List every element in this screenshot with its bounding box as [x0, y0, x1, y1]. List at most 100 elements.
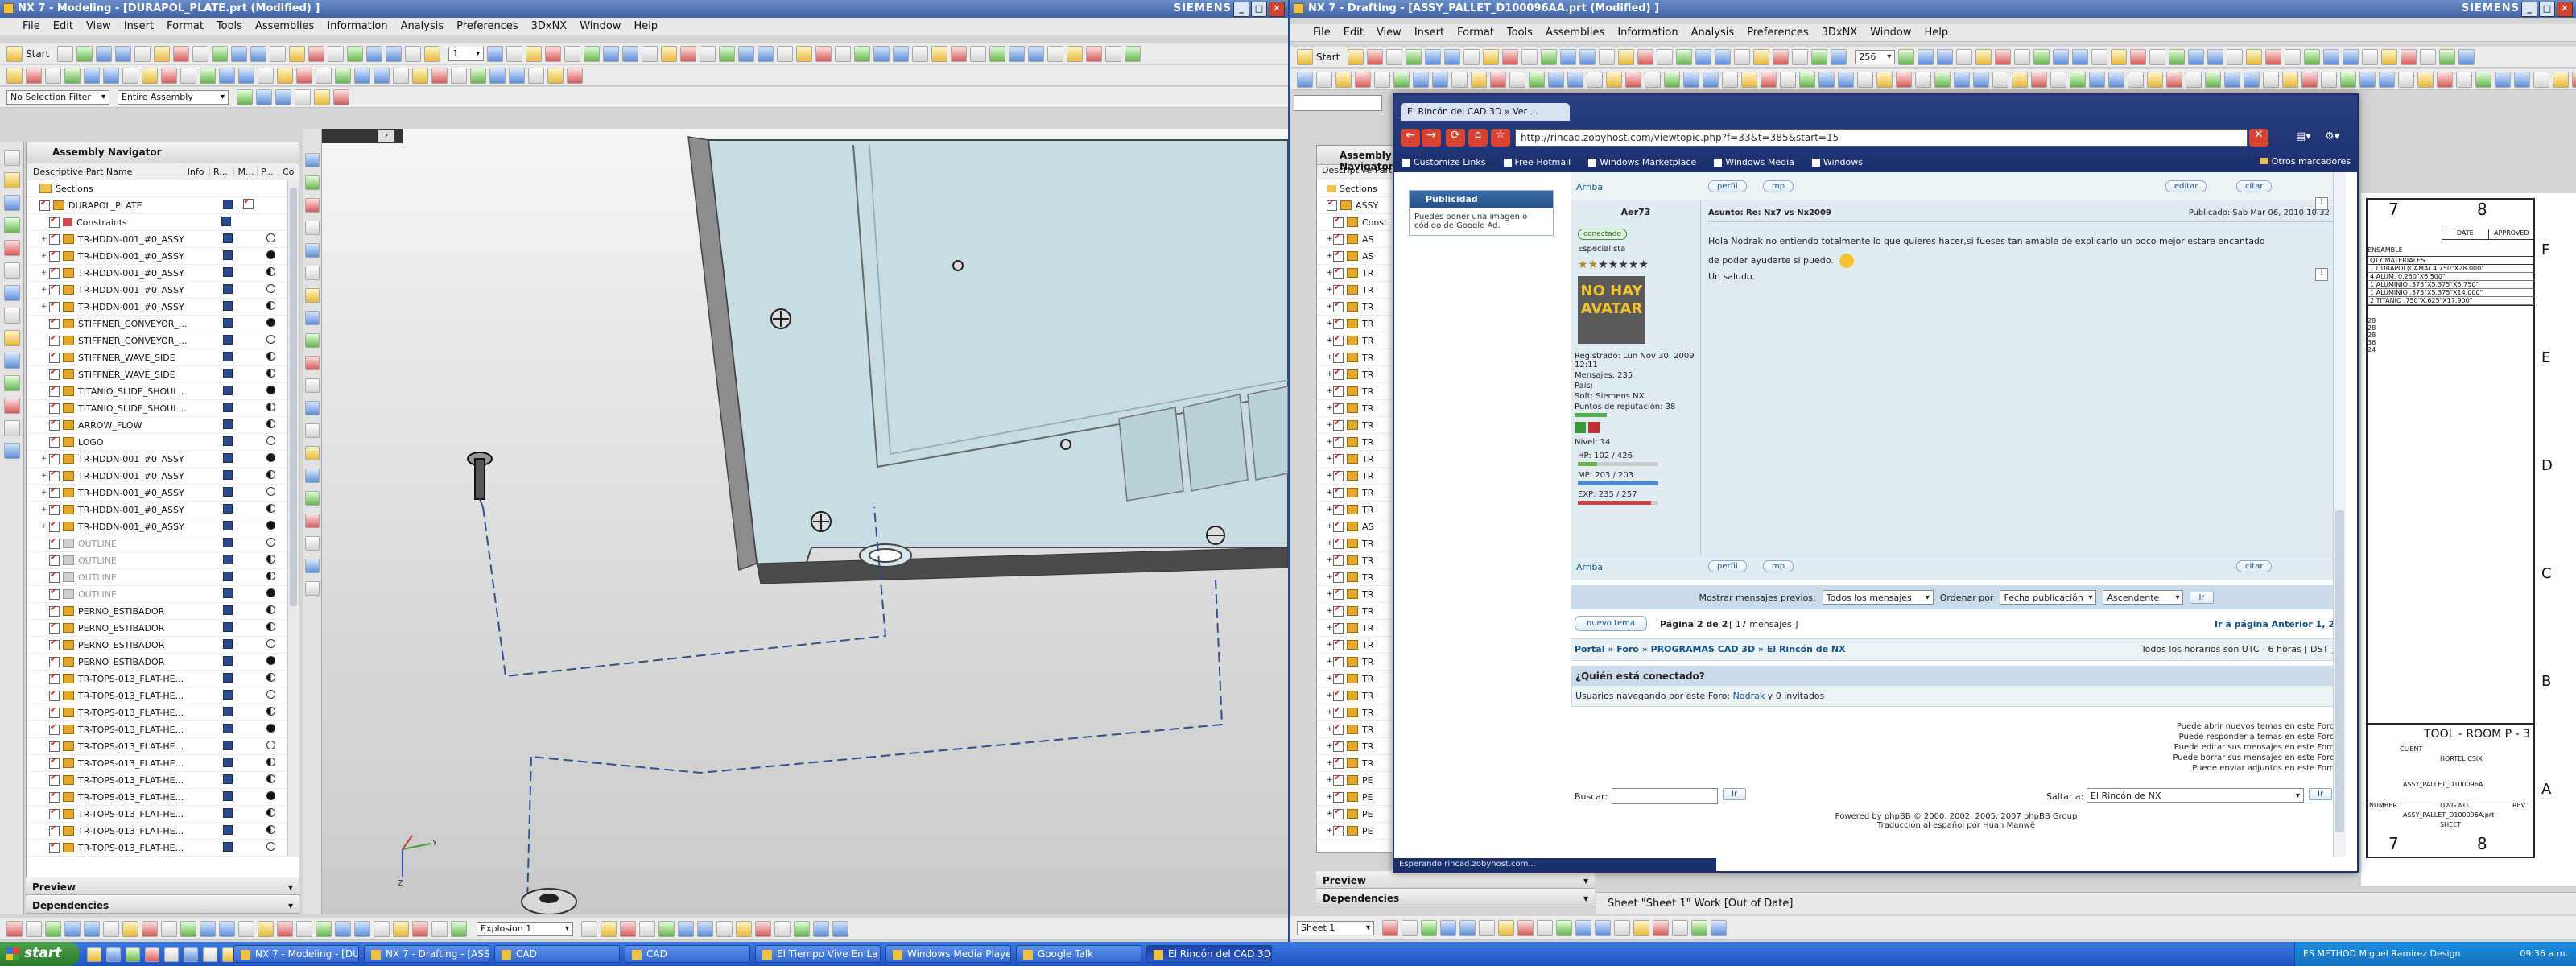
- visibility-checkbox[interactable]: [49, 300, 60, 312]
- bookmark-link[interactable]: Windows: [1811, 157, 1863, 167]
- view-tool-icon[interactable]: [305, 311, 320, 325]
- toolbar-tool-icon[interactable]: [1915, 71, 1931, 88]
- top-link[interactable]: Arriba: [1576, 182, 1603, 192]
- selection-field[interactable]: [1294, 95, 1382, 111]
- toolbar-tool-icon[interactable]: [219, 920, 235, 937]
- toolbar-tool-icon[interactable]: [45, 920, 61, 937]
- toolbar-tool-icon[interactable]: [200, 920, 216, 937]
- menu-item-file[interactable]: File: [1313, 27, 1331, 39]
- toolbar-tool-icon[interactable]: [912, 45, 929, 62]
- toolbar-tool-icon[interactable]: [1451, 71, 1468, 88]
- toolbar-tool-icon[interactable]: [212, 45, 229, 62]
- toolbar-tool-icon[interactable]: [2321, 71, 2337, 88]
- navigator-row[interactable]: + TR-HDDN-001_#0_ASSY: [27, 299, 299, 316]
- resource-tab-icon[interactable]: [4, 375, 20, 391]
- toolbar-tool-icon[interactable]: [796, 45, 813, 62]
- toolbar-tool-icon[interactable]: [2033, 48, 2050, 65]
- toolbar-tool-icon[interactable]: [366, 45, 383, 62]
- toolbar-tool-icon[interactable]: [1567, 71, 1583, 88]
- toolbar-tool-icon[interactable]: [526, 45, 543, 62]
- page-menu-icon[interactable]: ▤▾: [2296, 130, 2320, 147]
- toolbar-tool-icon[interactable]: [1028, 45, 1045, 62]
- toolbar-tool-icon[interactable]: [258, 67, 274, 84]
- toolbar-tool-icon[interactable]: [2420, 48, 2437, 65]
- toolbar-tool-icon[interactable]: [57, 45, 74, 62]
- toolbar-tool-icon[interactable]: [1715, 48, 1732, 65]
- toolbar-tool-icon[interactable]: [333, 89, 349, 105]
- visibility-checkbox[interactable]: [49, 216, 60, 228]
- dependencies-panel[interactable]: Dependencies ▾: [1316, 889, 1595, 906]
- toolbar-tool-icon[interactable]: [1444, 48, 1461, 65]
- toolbar-tool-icon[interactable]: [1382, 919, 1398, 936]
- toolbar-tool-icon[interactable]: [2379, 71, 2395, 88]
- toolbar-tool-icon[interactable]: [470, 67, 486, 84]
- toolbar-tool-icon[interactable]: [528, 67, 544, 84]
- start-menu[interactable]: Start: [1316, 52, 1340, 63]
- toolbar-tool-icon[interactable]: [64, 67, 80, 84]
- toolbar-tool-icon[interactable]: [1818, 71, 1835, 88]
- toolbar-tool-icon[interactable]: [2398, 71, 2414, 88]
- toolbar-tool-icon[interactable]: [2323, 48, 2340, 65]
- toolbar-tool-icon[interactable]: [219, 67, 235, 84]
- resource-tab-icon[interactable]: [4, 420, 20, 436]
- navigator-row[interactable]: TR-TOPS-013_FLAT-HE...: [27, 806, 299, 823]
- visibility-checkbox[interactable]: [49, 588, 60, 600]
- toolbar-tool-icon[interactable]: [1956, 48, 1973, 65]
- toolbar-tool-icon[interactable]: [1297, 71, 1313, 88]
- toolbar-tool-icon[interactable]: [103, 67, 119, 84]
- navigator-row[interactable]: PERNO_ESTIBADOR: [27, 603, 299, 620]
- toolbar-tool-icon[interactable]: [1575, 919, 1591, 936]
- toolbar-tool-icon[interactable]: [545, 45, 562, 62]
- drawing-sheet[interactable]: 7 8 7 8 FEDCBA DATE APPROVED ENSAMBLE QT…: [2361, 193, 2576, 886]
- toolbar-tool-icon[interactable]: [2359, 71, 2376, 88]
- toolbar-tool-icon[interactable]: [1799, 71, 1815, 88]
- toolbar-tool-icon[interactable]: [1509, 71, 1525, 88]
- resource-tab-icon[interactable]: [4, 150, 20, 166]
- expand-icon[interactable]: +: [41, 303, 49, 311]
- scale-select[interactable]: 256: [1855, 49, 1896, 64]
- jump-go-button[interactable]: Ir: [2309, 788, 2333, 800]
- toolbar-tool-icon[interactable]: [84, 920, 100, 937]
- toolbar-tool-icon[interactable]: [1876, 71, 1893, 88]
- view-tool-icon[interactable]: [305, 423, 320, 438]
- toolbar-tool-icon[interactable]: [2012, 71, 2028, 88]
- menu-item-assemblies[interactable]: Assemblies: [1546, 27, 1604, 39]
- navigator-row[interactable]: OUTLINE: [27, 535, 299, 552]
- toolbar-tool-icon[interactable]: [2282, 71, 2298, 88]
- toolbar-tool-icon[interactable]: [2089, 71, 2105, 88]
- visibility-checkbox[interactable]: [1333, 216, 1344, 228]
- toolbar-tool-icon[interactable]: [2111, 48, 2128, 65]
- visibility-checkbox[interactable]: [49, 334, 60, 346]
- toolbar-tool-icon[interactable]: [142, 920, 158, 937]
- toolbar-tool-icon[interactable]: [1502, 48, 1519, 65]
- visibility-checkbox[interactable]: [1333, 419, 1344, 431]
- menu-item-information[interactable]: Information: [327, 20, 387, 32]
- visibility-checkbox[interactable]: [49, 233, 60, 245]
- visibility-checkbox[interactable]: [1333, 824, 1344, 836]
- toolbar-tool-icon[interactable]: [1483, 48, 1500, 65]
- view-tool-icon[interactable]: [305, 243, 320, 258]
- toolbar-tool-icon[interactable]: [96, 45, 113, 62]
- navigator-scrollbar[interactable]: [287, 180, 299, 856]
- taskbar-button[interactable]: CAD: [494, 945, 620, 963]
- toolbar-tool-icon[interactable]: [1676, 48, 1693, 65]
- menu-item-assemblies[interactable]: Assemblies: [255, 20, 314, 32]
- view-tool-icon[interactable]: [305, 288, 320, 303]
- navigator-row[interactable]: ARROW_FLOW: [27, 417, 299, 434]
- menu-item-insert[interactable]: Insert: [124, 20, 154, 32]
- toolbar-tool-icon[interactable]: [1838, 71, 1854, 88]
- toolbar-tool-icon[interactable]: [2207, 48, 2224, 65]
- toolbar-tool-icon[interactable]: [237, 89, 253, 105]
- toolbar-tool-icon[interactable]: [1734, 48, 1751, 65]
- toolbar-tool-icon[interactable]: [567, 67, 583, 84]
- view-tool-icon[interactable]: [305, 581, 320, 596]
- toolbar-tool-icon[interactable]: [1393, 71, 1410, 88]
- toolbar-tool-icon[interactable]: [2514, 71, 2530, 88]
- toolbar-tool-icon[interactable]: [854, 45, 871, 62]
- visibility-checkbox[interactable]: [1333, 351, 1344, 363]
- view-tool-icon[interactable]: [305, 356, 320, 370]
- toolbar-tool-icon[interactable]: [1479, 919, 1495, 936]
- visibility-checkbox[interactable]: [49, 807, 60, 819]
- taskbar-button[interactable]: CAD: [625, 945, 750, 963]
- maximize-icon[interactable]: □: [2539, 2, 2555, 17]
